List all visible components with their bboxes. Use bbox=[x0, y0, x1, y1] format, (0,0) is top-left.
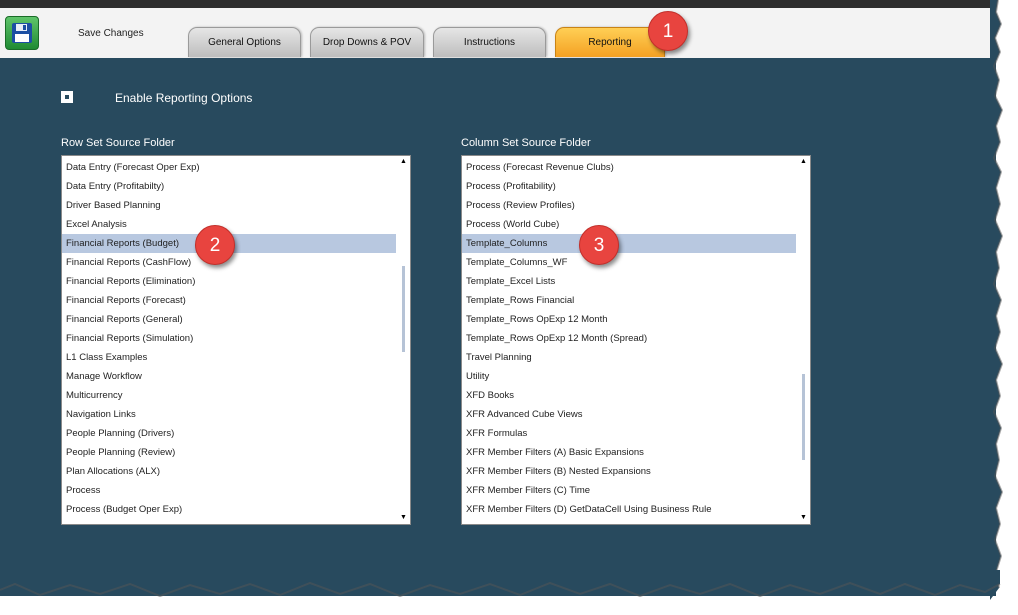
column-set-source-folder-list[interactable]: Process (Forecast Revenue Clubs) Process … bbox=[461, 155, 811, 525]
enable-reporting-checkbox[interactable] bbox=[61, 91, 73, 103]
column-list-scrollbar[interactable]: ▲ ▼ bbox=[797, 156, 810, 524]
scroll-down-arrow-icon[interactable]: ▼ bbox=[397, 512, 410, 524]
row-set-items: Data Entry (Forecast Oper Exp) Data Entry… bbox=[62, 158, 396, 519]
callout-badge-1: 1 bbox=[648, 11, 688, 51]
scroll-down-arrow-icon[interactable]: ▼ bbox=[797, 512, 810, 524]
row-set-list-item[interactable]: Financial Reports (General) bbox=[62, 310, 396, 329]
column-set-list-item[interactable]: Utility bbox=[462, 367, 796, 386]
tab-drop-downs-pov[interactable]: Drop Downs & POV bbox=[310, 27, 424, 57]
scroll-thumb[interactable] bbox=[402, 266, 405, 352]
column-set-list-item[interactable]: XFR Formulas bbox=[462, 424, 796, 443]
row-set-source-folder-label: Row Set Source Folder bbox=[61, 137, 175, 149]
column-set-list-item[interactable]: Process (Review Profiles) bbox=[462, 196, 796, 215]
row-set-list-item[interactable]: People Planning (Drivers) bbox=[62, 424, 396, 443]
row-set-list-item[interactable]: Multicurrency bbox=[62, 386, 396, 405]
column-set-list-item[interactable]: Template_Rows OpExp 12 Month bbox=[462, 310, 796, 329]
tab-instructions[interactable]: Instructions bbox=[433, 27, 546, 57]
scroll-thumb[interactable] bbox=[802, 374, 805, 460]
scroll-up-arrow-icon[interactable]: ▲ bbox=[397, 156, 410, 168]
row-set-list-item[interactable]: Driver Based Planning bbox=[62, 196, 396, 215]
column-set-list-item[interactable]: XFR Member Filters (C) Time bbox=[462, 481, 796, 500]
callout-badge-2: 2 bbox=[195, 225, 235, 265]
reporting-panel: Enable Reporting Options Row Set Source … bbox=[0, 58, 996, 596]
row-set-list-item[interactable]: People Planning (Review) bbox=[62, 443, 396, 462]
row-set-list-item[interactable]: Financial Reports (Simulation) bbox=[62, 329, 396, 348]
torn-edge-bottom bbox=[0, 570, 1001, 598]
row-set-list-item[interactable]: L1 Class Examples bbox=[62, 348, 396, 367]
column-set-list-item[interactable]: Process (Forecast Revenue Clubs) bbox=[462, 158, 796, 177]
app-window: Save Changes General Options Drop Downs … bbox=[0, 0, 996, 596]
column-set-items: Process (Forecast Revenue Clubs) Process … bbox=[462, 158, 796, 519]
toolbar: Save Changes General Options Drop Downs … bbox=[0, 8, 996, 59]
title-bar bbox=[0, 0, 996, 8]
column-set-list-item[interactable]: XFR Advanced Cube Views bbox=[462, 405, 796, 424]
column-set-list-item[interactable]: Process (Profitability) bbox=[462, 177, 796, 196]
tab-general-options[interactable]: General Options bbox=[188, 27, 301, 57]
save-changes-label[interactable]: Save Changes bbox=[78, 28, 144, 39]
column-set-list-item[interactable]: Template_Rows Financial bbox=[462, 291, 796, 310]
row-set-list-item[interactable]: Process bbox=[62, 481, 396, 500]
column-set-source-folder-label: Column Set Source Folder bbox=[461, 137, 591, 149]
column-set-list-item[interactable]: XFR Member Filters (A) Basic Expansions bbox=[462, 443, 796, 462]
floppy-disk-icon bbox=[12, 23, 32, 43]
column-set-list-item[interactable]: XFR Member Filters (D) GetDataCell Using… bbox=[462, 500, 796, 519]
enable-reporting-label: Enable Reporting Options bbox=[115, 91, 253, 105]
row-list-scrollbar[interactable]: ▲ ▼ bbox=[397, 156, 410, 524]
column-set-list-item[interactable]: XFD Books bbox=[462, 386, 796, 405]
scroll-up-arrow-icon[interactable]: ▲ bbox=[797, 156, 810, 168]
torn-edge-right bbox=[990, 0, 1004, 600]
row-set-list-item[interactable]: Financial Reports (Forecast) bbox=[62, 291, 396, 310]
row-set-list-item[interactable]: Process (Budget Oper Exp) bbox=[62, 500, 396, 519]
row-set-list-item[interactable]: Navigation Links bbox=[62, 405, 396, 424]
row-set-list-item[interactable]: Financial Reports (Elimination) bbox=[62, 272, 396, 291]
column-set-list-item[interactable]: XFR Member Filters (B) Nested Expansions bbox=[462, 462, 796, 481]
column-set-list-item[interactable]: Template_Columns bbox=[462, 234, 796, 253]
row-set-source-folder-list[interactable]: Data Entry (Forecast Oper Exp) Data Entry… bbox=[61, 155, 411, 525]
callout-badge-3: 3 bbox=[579, 225, 619, 265]
row-set-list-item[interactable]: Data Entry (Profitabilty) bbox=[62, 177, 396, 196]
column-set-list-item[interactable]: Travel Planning bbox=[462, 348, 796, 367]
row-set-list-item[interactable]: Manage Workflow bbox=[62, 367, 396, 386]
column-set-list-item[interactable]: Template_Columns_WF bbox=[462, 253, 796, 272]
save-button[interactable] bbox=[5, 16, 39, 50]
row-set-list-item[interactable]: Data Entry (Forecast Oper Exp) bbox=[62, 158, 396, 177]
column-set-list-item[interactable]: Template_Excel Lists bbox=[462, 272, 796, 291]
row-set-list-item[interactable]: Plan Allocations (ALX) bbox=[62, 462, 396, 481]
column-set-list-item[interactable]: Process (World Cube) bbox=[462, 215, 796, 234]
column-set-list-item[interactable]: Template_Rows OpExp 12 Month (Spread) bbox=[462, 329, 796, 348]
